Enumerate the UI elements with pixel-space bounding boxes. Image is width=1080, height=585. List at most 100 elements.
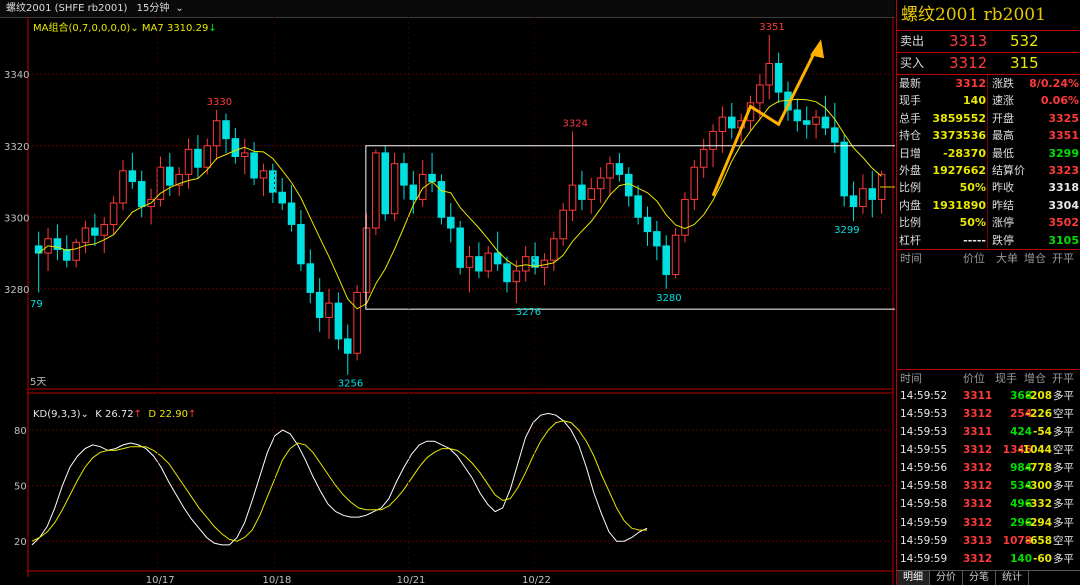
candle-body: [306, 263, 315, 293]
arrow-up-icon: ↑: [187, 409, 197, 420]
stat-row: 比例 50% 涨停 3502: [897, 214, 1080, 231]
chevron-down-icon[interactable]: ⌄: [81, 409, 89, 420]
buy-price: 3312: [949, 54, 988, 72]
candle-body: [559, 209, 567, 240]
tick-row[interactable]: 14:59:53 3311 424 -54 多平: [897, 423, 1080, 441]
tick-time: 14:59:55: [900, 444, 948, 457]
chart-title-bar: 螺纹2001 (SHFE rb2001) 15分钟 ⌄: [0, 0, 895, 18]
candle-body: [503, 263, 511, 283]
stat-row: 日增 -28370 最低 3299: [897, 145, 1080, 162]
candle-body: [343, 338, 352, 354]
candle-body: [72, 241, 80, 261]
stat-row: 外盘 1927662 结算价 3323: [897, 162, 1080, 179]
stat-value-2: 0.06%: [1040, 94, 1079, 108]
tick-openclose: 多平: [1053, 516, 1074, 529]
candle-body: [727, 116, 736, 129]
tick-list[interactable]: 14:59:52 3311 368 -208 多平 14:59:53 3312 254 -226…: [897, 387, 1080, 568]
candle-body: [831, 127, 839, 143]
candlestick-chart[interactable]: 3340 3320 3300 3280 80 50 20 3330 3324 3351 3256 32…: [0, 17, 895, 585]
tick-row[interactable]: 14:59:59 3312 296 -294 多平: [897, 514, 1080, 532]
tick-row[interactable]: 14:59:58 3312 496 -332 多平: [897, 495, 1080, 513]
stat-label: 杠杆: [899, 233, 921, 247]
stat-value-2: 3299: [1048, 146, 1079, 160]
candle-body: [166, 166, 174, 186]
stat-label: 外盘: [899, 163, 921, 177]
tick-row[interactable]: 14:59:58 3312 534 -300 多平: [897, 477, 1080, 495]
buy-quote[interactable]: 买入 3312 315: [897, 53, 1080, 75]
candle-body: [362, 227, 371, 293]
tick-price: 3312: [963, 462, 993, 475]
ma7-label: MA7: [141, 23, 164, 34]
tick-row[interactable]: 14:59:56 3312 984 -778 多平: [897, 459, 1080, 477]
stat-label-2: 昨结: [992, 198, 1014, 212]
buy-label: 买入: [900, 56, 925, 70]
kd-label: KD(9,3,3): [33, 409, 81, 420]
candle-body: [774, 63, 783, 93]
ma-group-label: MA组合(0,7,0,0,0,0): [33, 23, 131, 34]
tab-price-dist[interactable]: 分价: [930, 571, 963, 585]
stat-value: 140: [963, 94, 986, 108]
candle-body: [709, 130, 717, 150]
tick-time: 14:59:59: [900, 534, 948, 547]
stat-row: 现手 140 速涨 0.06%: [897, 92, 1080, 109]
candle-body: [400, 163, 408, 186]
sell-label: 卖出: [900, 34, 925, 48]
quote-stats: 最新 3312 涨跌 8/0.24% 现手 140 速涨 0.06% 总手 3859552 开盘 33…: [897, 75, 1080, 250]
tick-openclose: 多平: [1053, 480, 1074, 493]
tab-detail[interactable]: 明细: [897, 571, 930, 585]
stat-label-2: 涨跌: [992, 77, 1014, 90]
candle-body: [859, 188, 867, 208]
big-order-list[interactable]: [897, 267, 1080, 370]
candle-body: [240, 152, 249, 158]
stat-row: 比例 50% 昨收 3318: [897, 179, 1080, 196]
candle-body: [372, 152, 380, 229]
tab-ticks[interactable]: 分笔: [963, 571, 996, 585]
candle-body: [671, 234, 680, 276]
tab-stats[interactable]: 统计: [996, 571, 1029, 585]
stat-value: 50%: [959, 216, 986, 230]
candle-body: [512, 270, 521, 283]
candle-body: [184, 148, 193, 175]
stat-value-2: 3325: [1048, 111, 1079, 125]
price-annotation: 3324: [563, 118, 588, 129]
big-order-header: 时间 价位 大单 增仓 开平: [897, 250, 1080, 267]
sell-price: 3313: [949, 32, 988, 50]
price-annotation: 3330: [207, 97, 232, 108]
col-oi-change: 增仓: [1024, 371, 1046, 385]
chart-area[interactable]: 3340 3320 3300 3280 80 50 20 3330 3324 3351 3256 32…: [0, 17, 895, 585]
tick-volume: 140: [1010, 552, 1032, 565]
d-label: D: [148, 409, 157, 420]
tick-row[interactable]: 14:59:55 3312 1346 -1044 空平: [897, 441, 1080, 459]
col-bigorder: 大单: [996, 251, 1018, 265]
chevron-down-icon[interactable]: ⌄: [175, 3, 183, 14]
stat-value: 1927662: [932, 163, 986, 177]
price-annotation: 3299: [834, 225, 859, 236]
price-annotation: 3351: [759, 22, 784, 33]
tick-price: 3312: [963, 516, 993, 529]
tick-price: 3311: [963, 389, 993, 402]
candle-body: [868, 188, 877, 200]
tick-row[interactable]: 14:59:52 3311 368 -208 多平: [897, 387, 1080, 405]
candle-body: [802, 120, 811, 125]
stat-label-2: 结算价: [992, 163, 1025, 177]
candle-body: [297, 223, 305, 265]
ma7-line: [38, 98, 882, 310]
tick-oi-change: -778: [1025, 462, 1052, 475]
candle-body: [128, 170, 137, 183]
period-select[interactable]: 15分钟: [137, 3, 170, 14]
candle-body: [821, 116, 830, 129]
date-tick-label: 10/17: [146, 575, 175, 585]
candle-body: [634, 195, 642, 218]
candle-body: [699, 148, 708, 168]
chevron-down-icon[interactable]: ⌄: [130, 23, 138, 34]
d-value: 22.90: [159, 409, 188, 420]
tick-row[interactable]: 14:59:53 3312 254 -226 空平: [897, 405, 1080, 423]
stat-row: 最新 3312 涨跌 8/0.24%: [897, 75, 1080, 92]
sell-quote[interactable]: 卖出 3313 532: [897, 31, 1080, 53]
tick-openclose: 多平: [1053, 552, 1074, 565]
candle-body: [493, 252, 502, 265]
tick-oi-change: -208: [1025, 389, 1052, 402]
kd-tick-label: 20: [14, 537, 27, 548]
tick-row[interactable]: 14:59:59 3312 140 -60 多平: [897, 550, 1080, 568]
tick-row[interactable]: 14:59:59 3313 1078 -658 空平: [897, 532, 1080, 550]
